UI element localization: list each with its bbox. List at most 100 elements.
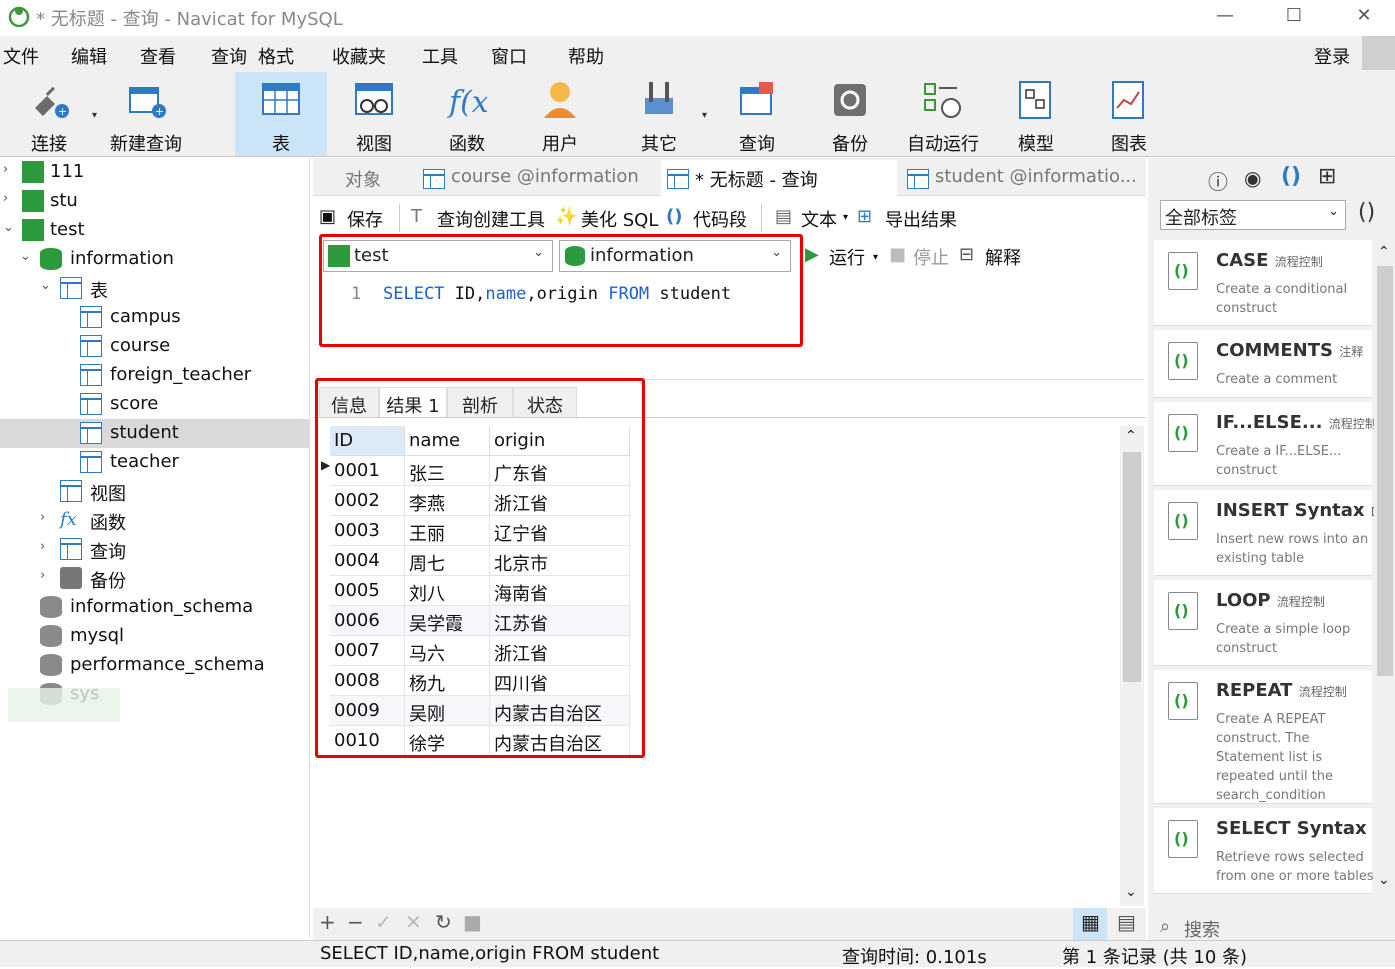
model-button[interactable]: 模型 <box>990 72 1082 156</box>
others-button[interactable]: 其它 <box>613 72 705 156</box>
expand-icon[interactable]: › <box>3 162 17 177</box>
minimize-button[interactable]: — <box>1213 4 1237 28</box>
discard-icon[interactable]: ✕ <box>405 910 422 934</box>
scroll-down-icon[interactable]: ⌄ <box>1378 872 1390 888</box>
collapse-icon[interactable]: ⌄ <box>3 220 17 235</box>
expand-icon[interactable]: › <box>40 568 54 583</box>
expand-icon[interactable]: › <box>40 510 54 525</box>
tree-table-course[interactable]: course <box>0 332 310 361</box>
menu-tools[interactable]: 工具 <box>422 43 458 69</box>
menu-favorites[interactable]: 收藏夹 <box>332 43 386 69</box>
snippet-item[interactable]: () INSERT Syntax DM Insert new rows into a… <box>1154 490 1374 576</box>
run-button[interactable]: 运行 <box>829 244 865 270</box>
text-button[interactable]: 文本 <box>801 206 837 232</box>
form-view-icon[interactable]: ▤ <box>1117 910 1136 934</box>
menu-file[interactable]: 文件 <box>3 43 39 69</box>
login-link[interactable]: 登录 <box>1314 43 1350 69</box>
functions-button[interactable]: f(x) 函数 <box>421 72 513 156</box>
snippet-item[interactable]: () LOOP 流程控制 Create a simple loop construc… <box>1154 580 1372 666</box>
connect-dropdown-icon[interactable]: ▾ <box>92 110 97 121</box>
tree-folder-queries[interactable]: › 查询 <box>0 535 310 564</box>
scroll-up-icon[interactable]: ⌃ <box>1125 428 1137 444</box>
tree-folder-backups[interactable]: › 备份 <box>0 564 310 593</box>
tree-conn-stu[interactable]: › stu <box>0 187 310 216</box>
save-button[interactable]: 保存 <box>347 206 383 232</box>
save-icon[interactable]: ▣ <box>319 206 336 227</box>
snippet-item[interactable]: () COMMENTS 注释 Create a comment <box>1154 330 1372 398</box>
text-dropdown-icon[interactable]: ▾ <box>843 212 848 223</box>
stop-button[interactable]: 停止 <box>913 244 949 270</box>
tag-filter-select[interactable]: 全部标签 ⌄ <box>1160 200 1346 230</box>
expand-icon[interactable]: › <box>3 191 17 206</box>
tree-conn-111[interactable]: › 111 <box>0 158 310 187</box>
layout-icon[interactable]: ⊞ <box>1318 164 1336 189</box>
delete-row-icon[interactable]: − <box>347 910 364 934</box>
tree-table-score[interactable]: score <box>0 390 310 419</box>
run-dropdown-icon[interactable]: ▾ <box>873 252 878 263</box>
snippet-item[interactable]: () SELECT Syntax DM Retrieve rows selected… <box>1154 808 1374 894</box>
collapse-icon[interactable]: ⌄ <box>40 278 54 293</box>
vertical-scrollbar[interactable]: ⌃ ⌄ <box>1120 426 1144 906</box>
maximize-button[interactable]: ☐ <box>1282 4 1306 28</box>
tab-student[interactable]: student @informatio... <box>901 160 1137 196</box>
expand-icon[interactable]: › <box>40 539 54 554</box>
close-button[interactable]: ✕ <box>1352 4 1376 28</box>
menu-format[interactable]: 格式 <box>258 43 294 69</box>
users-button[interactable]: 用户 <box>514 72 606 156</box>
tree-folder-views[interactable]: 视图 <box>0 477 310 506</box>
grid-view-button[interactable]: ▦ <box>1073 908 1107 940</box>
snippet-item[interactable]: () IF...ELSE... 流程控制 Create a IF...ELSE...… <box>1154 402 1374 486</box>
tab-objects[interactable]: 对象 <box>313 160 413 196</box>
refresh-icon[interactable]: ↻ <box>435 910 452 934</box>
snippet-search-input[interactable]: 搜索 <box>1184 916 1220 942</box>
explain-button[interactable]: 解释 <box>985 244 1021 270</box>
tree-table-teacher[interactable]: teacher <box>0 448 310 477</box>
collapse-icon[interactable]: ⌄ <box>20 249 34 264</box>
snippet-icon[interactable]: () <box>1281 164 1301 189</box>
snippet-item[interactable]: () REPEAT 流程控制 Create A REPEAT construct. … <box>1154 670 1372 822</box>
scroll-thumb[interactable] <box>1377 266 1393 676</box>
queries-button[interactable]: 查询 <box>711 72 803 156</box>
scroll-thumb[interactable] <box>1123 452 1141 682</box>
views-button[interactable]: 视图 <box>328 72 420 156</box>
chart-button[interactable]: 图表 <box>1083 72 1175 156</box>
menu-window[interactable]: 窗口 <box>491 43 527 69</box>
backup-button[interactable]: 备份 <box>804 72 896 156</box>
new-query-button[interactable]: + 新建查询 <box>100 72 192 156</box>
tree-table-campus[interactable]: campus <box>0 303 310 332</box>
menu-view[interactable]: 查看 <box>140 43 176 69</box>
avatar[interactable] <box>1362 36 1395 70</box>
code-snippet-button[interactable]: 代码段 <box>693 206 747 232</box>
tree-folder-functions[interactable]: › fx 函数 <box>0 506 310 535</box>
tree-folder-tables[interactable]: ⌄ 表 <box>0 274 310 303</box>
tree-db-information[interactable]: ⌄ information <box>0 245 310 274</box>
snippet-scrollbar[interactable]: ⌃ ⌄ <box>1374 240 1395 900</box>
query-builder-button[interactable]: 查询创建工具 <box>437 206 545 232</box>
autorun-button[interactable]: 自动运行 <box>897 72 989 156</box>
add-row-icon[interactable]: + <box>319 910 336 934</box>
connect-button[interactable]: + 连接 <box>3 72 95 156</box>
tree-conn-test[interactable]: ⌄ test <box>0 216 310 245</box>
export-results-button[interactable]: 导出结果 <box>885 206 957 232</box>
tree-table-foreign-teacher[interactable]: foreign_teacher <box>0 361 310 390</box>
others-dropdown-icon[interactable]: ▾ <box>702 110 707 121</box>
add-snippet-icon[interactable]: () <box>1358 200 1375 225</box>
tree-db-information-schema[interactable]: information_schema <box>0 593 310 622</box>
beautify-sql-button[interactable]: 美化 SQL <box>581 206 658 232</box>
object-icon[interactable]: ◉ <box>1244 166 1261 190</box>
apply-icon[interactable]: ✓ <box>375 910 392 934</box>
menu-help[interactable]: 帮助 <box>568 43 604 69</box>
snippet-item[interactable]: () CASE 流程控制 Create a conditional construc… <box>1154 240 1372 326</box>
menu-query[interactable]: 查询 <box>211 43 247 69</box>
tree-db-mysql[interactable]: mysql <box>0 622 310 651</box>
info-icon[interactable]: ⓘ <box>1208 166 1228 195</box>
tree-table-student[interactable]: student <box>0 419 310 448</box>
scroll-down-icon[interactable]: ⌄ <box>1125 884 1137 900</box>
stop-icon[interactable]: ■ <box>463 910 482 934</box>
menu-edit[interactable]: 编辑 <box>71 43 107 69</box>
tab-course[interactable]: course @information ... <box>417 160 657 208</box>
scroll-up-icon[interactable]: ⌃ <box>1378 244 1390 260</box>
tree-db-performance-schema[interactable]: performance_schema <box>0 651 310 680</box>
tables-button[interactable]: 表 <box>235 72 327 156</box>
tab-untitled-query[interactable]: * 无标题 - 查询 <box>661 160 897 196</box>
